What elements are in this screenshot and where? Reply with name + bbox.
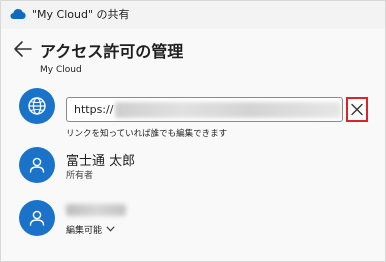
member-name-obscured [66, 204, 126, 216]
link-permission-hint: リンクを知っていれば誰でも編集できます [66, 129, 228, 139]
avatar [19, 147, 55, 183]
clear-link-button[interactable] [346, 97, 368, 122]
chevron-down-icon [106, 226, 115, 232]
share-link-field[interactable]: https:// [66, 97, 343, 122]
share-link-obscured [115, 102, 341, 118]
page-subtitle: My Cloud [40, 65, 82, 75]
globe-icon [28, 97, 46, 115]
avatar [19, 200, 55, 236]
close-icon [351, 103, 363, 116]
title-bar: "My Cloud" の共有 [1, 1, 385, 29]
onedrive-cloud-icon [10, 9, 26, 19]
page-title: アクセス許可の管理 [40, 42, 184, 61]
globe-badge [19, 88, 55, 124]
permission-dropdown[interactable]: 編集可能 [66, 222, 115, 236]
share-link-prefix: https:// [74, 103, 114, 116]
window-title: "My Cloud" の共有 [32, 8, 130, 21]
back-button[interactable] [13, 40, 33, 58]
permission-label: 編集可能 [66, 225, 103, 236]
person-icon [29, 157, 45, 173]
person-icon [29, 210, 45, 226]
share-dialog: "My Cloud" の共有 アクセス許可の管理 My Cloud https:… [0, 0, 386, 262]
owner-name: 富士通 太郎 [66, 154, 136, 169]
owner-role: 所有者 [66, 171, 94, 181]
arrow-left-icon [14, 41, 32, 57]
